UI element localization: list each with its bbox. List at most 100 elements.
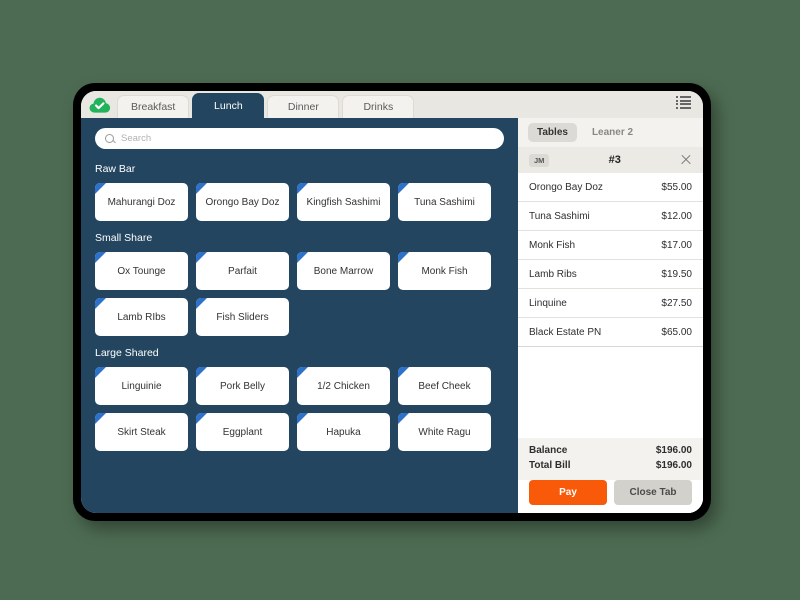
- menu-section-raw-bar: Raw Bar Mahurangi Doz Orongo Bay Doz Kin…: [95, 163, 504, 221]
- menu-tile[interactable]: Lamb RIbs: [95, 298, 188, 336]
- menu-tile-label: White Ragu: [418, 426, 471, 438]
- tile-corner-marker-icon: [95, 252, 106, 263]
- menu-line: [680, 99, 691, 102]
- menu-tile-label: Monk Fish: [421, 265, 468, 277]
- tile-corner-marker-icon: [398, 252, 409, 263]
- menu-tile[interactable]: Linguinie: [95, 367, 188, 405]
- balance-label: Balance: [529, 445, 568, 456]
- menu-tile[interactable]: White Ragu: [398, 413, 491, 451]
- menu-tile-label: Tuna Sashimi: [414, 196, 475, 208]
- menu-tile-label: Pork Belly: [219, 380, 265, 392]
- server-initials-badge[interactable]: JM: [529, 153, 550, 167]
- list-menu-icon[interactable]: [676, 96, 691, 109]
- balance-row: Balance $196.00: [529, 445, 692, 456]
- tile-corner-marker-icon: [196, 252, 207, 263]
- menu-tile-label: Fish Sliders: [216, 311, 269, 323]
- menu-tile[interactable]: Kingfish Sashimi: [297, 183, 390, 221]
- total-bill-row: Total Bill $196.00: [529, 460, 692, 471]
- tile-grid-large-shared: Linguinie Pork Belly 1/2 Chicken Beef Ch…: [95, 367, 504, 451]
- menu-tile[interactable]: Monk Fish: [398, 252, 491, 290]
- order-item-name: Linquine: [529, 297, 567, 309]
- pay-button[interactable]: Pay: [529, 480, 607, 505]
- order-item-name: Tuna Sashimi: [529, 210, 590, 222]
- tile-corner-marker-icon: [196, 298, 207, 309]
- menu-tile[interactable]: Mahurangi Doz: [95, 183, 188, 221]
- menu-panel: Search Raw Bar Mahurangi Doz Orongo Bay …: [81, 118, 518, 513]
- menu-row: [676, 103, 691, 106]
- table-number-label: #3: [608, 154, 621, 166]
- order-tab-tables[interactable]: Tables: [528, 123, 577, 142]
- tile-corner-marker-icon: [95, 413, 106, 424]
- menu-tile[interactable]: Skirt Steak: [95, 413, 188, 451]
- menu-tile[interactable]: Pork Belly: [196, 367, 289, 405]
- tile-grid-raw-bar: Mahurangi Doz Orongo Bay Doz Kingfish Sa…: [95, 183, 504, 221]
- tab-dinner[interactable]: Dinner: [267, 95, 340, 118]
- menu-tile[interactable]: Bone Marrow: [297, 252, 390, 290]
- order-item-list[interactable]: Orongo Bay Doz $55.00 Tuna Sashimi $12.0…: [518, 173, 703, 438]
- menu-tile[interactable]: Fish Sliders: [196, 298, 289, 336]
- menu-tile-label: Ox Tounge: [117, 265, 166, 277]
- order-item-name: Lamb Ribs: [529, 268, 577, 280]
- tile-corner-marker-icon: [297, 252, 308, 263]
- order-tab-leaner-2[interactable]: Leaner 2: [583, 123, 642, 142]
- order-item-name: Orongo Bay Doz: [529, 181, 603, 193]
- order-item-price: $27.50: [661, 297, 692, 309]
- search-icon: [105, 134, 114, 143]
- menu-tile[interactable]: Beef Cheek: [398, 367, 491, 405]
- menu-tile[interactable]: Orongo Bay Doz: [196, 183, 289, 221]
- tab-drinks[interactable]: Drinks: [342, 95, 415, 118]
- tile-corner-marker-icon: [95, 298, 106, 309]
- action-button-bar: Pay Close Tab: [518, 480, 703, 513]
- menu-tile-label: 1/2 Chicken: [317, 380, 370, 392]
- menu-tile[interactable]: 1/2 Chicken: [297, 367, 390, 405]
- order-item-row[interactable]: Monk Fish $17.00: [518, 231, 703, 260]
- balance-value: $196.00: [655, 445, 692, 456]
- search-placeholder: Search: [121, 133, 152, 144]
- menu-line: [680, 106, 691, 109]
- total-bill-label: Total Bill: [529, 460, 571, 471]
- section-label-small-share: Small Share: [95, 232, 153, 244]
- menu-dot: [676, 96, 678, 98]
- order-item-price: $55.00: [661, 181, 692, 193]
- order-item-row[interactable]: Tuna Sashimi $12.00: [518, 202, 703, 231]
- tab-breakfast[interactable]: Breakfast: [117, 95, 190, 118]
- tile-corner-marker-icon: [196, 183, 207, 194]
- tile-corner-marker-icon: [95, 367, 106, 378]
- menu-tile[interactable]: Eggplant: [196, 413, 289, 451]
- cloud-check-icon: [89, 96, 111, 114]
- menu-tile[interactable]: Ox Tounge: [95, 252, 188, 290]
- tile-corner-marker-icon: [398, 183, 409, 194]
- order-item-row[interactable]: Lamb Ribs $19.50: [518, 260, 703, 289]
- order-tab-leaner-2-label: Leaner 2: [591, 127, 634, 138]
- tile-grid-small-share: Ox Tounge Parfait Bone Marrow Monk Fish …: [95, 252, 504, 336]
- main-content: Search Raw Bar Mahurangi Doz Orongo Bay …: [81, 118, 703, 513]
- tile-corner-marker-icon: [196, 413, 207, 424]
- menu-section-small-share: Small Share Ox Tounge Parfait Bone Marro…: [95, 232, 504, 336]
- top-tab-bar: Breakfast Lunch Dinner Drinks: [81, 91, 703, 118]
- totals-section: Balance $196.00 Total Bill $196.00: [518, 438, 703, 480]
- table-header: JM #3: [518, 147, 703, 173]
- close-tab-button[interactable]: Close Tab: [614, 480, 692, 505]
- tab-lunch-label: Lunch: [214, 100, 243, 112]
- order-item-row[interactable]: Black Estate PN $65.00: [518, 318, 703, 347]
- order-item-row[interactable]: Orongo Bay Doz $55.00: [518, 173, 703, 202]
- order-item-row[interactable]: Linquine $27.50: [518, 289, 703, 318]
- search-input[interactable]: Search: [95, 128, 504, 149]
- menu-tile[interactable]: Parfait: [196, 252, 289, 290]
- close-icon[interactable]: [680, 154, 692, 166]
- total-bill-value: $196.00: [655, 460, 692, 471]
- tab-lunch[interactable]: Lunch: [192, 93, 265, 118]
- tablet-device-frame: Breakfast Lunch Dinner Drinks Search Raw…: [73, 83, 711, 521]
- menu-tile-label: Parfait: [228, 265, 257, 277]
- order-item-price: $12.00: [661, 210, 692, 222]
- order-item-price: $19.50: [661, 268, 692, 280]
- menu-tile[interactable]: Hapuka: [297, 413, 390, 451]
- tab-breakfast-label: Breakfast: [131, 101, 176, 113]
- menu-tile[interactable]: Tuna Sashimi: [398, 183, 491, 221]
- tile-corner-marker-icon: [297, 183, 308, 194]
- tab-dinner-label: Dinner: [287, 101, 319, 113]
- menu-tile-label: Skirt Steak: [117, 426, 166, 438]
- section-label-raw-bar: Raw Bar: [95, 163, 136, 175]
- order-panel: Tables Leaner 2 JM #3 Orongo Bay Doz $55…: [518, 118, 703, 513]
- tile-corner-marker-icon: [297, 413, 308, 424]
